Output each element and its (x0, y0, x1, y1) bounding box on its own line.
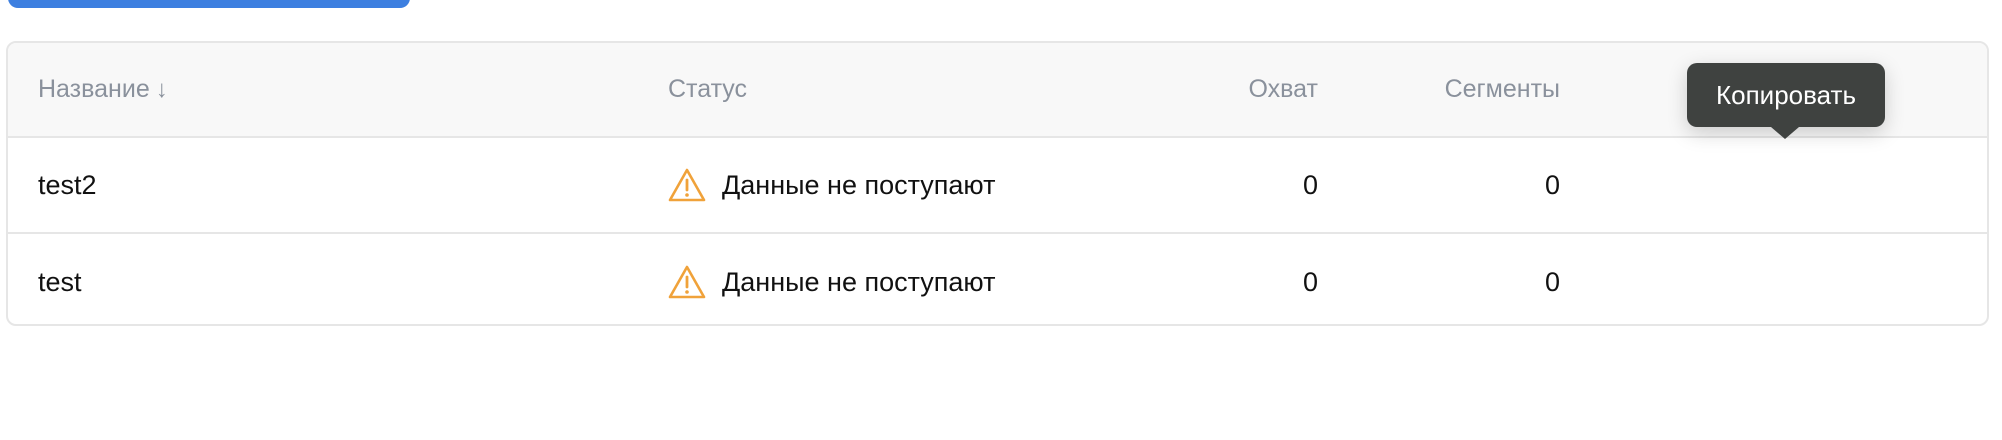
row-reach-cell: 0 (1302, 234, 1318, 324)
row-reach: 0 (1302, 266, 1318, 297)
column-header-reach-label: Охват (1248, 75, 1318, 103)
warning-icon (668, 265, 706, 299)
column-header-name-label: Название (38, 75, 150, 103)
arrow-down-icon: ↓ (155, 75, 168, 103)
row-name-cell: test2 (38, 138, 97, 232)
tooltip-arrow (1771, 127, 1799, 139)
table-row[interactable]: test Данные не поступают 0 0 (8, 234, 1987, 324)
row-reach-cell: 0 (1303, 138, 1318, 232)
primary-action-button[interactable] (8, 0, 410, 8)
row-status: Данные не поступают (722, 266, 996, 297)
copy-tooltip: Копировать (1687, 63, 1885, 127)
copy-tooltip-text: Копировать (1716, 79, 1856, 110)
warning-icon (668, 168, 706, 202)
column-header-segments-label: Сегменты (1444, 75, 1560, 103)
row-segments-cell: 0 (1545, 138, 1560, 232)
row-name: test2 (38, 169, 97, 200)
row-reach: 0 (1302, 169, 1318, 200)
column-header-status-label: Статус (668, 75, 748, 103)
row-status: Данные не поступают (722, 169, 996, 200)
row-name: test (38, 266, 82, 297)
table-row[interactable]: test2 Данные не поступают 0 0 (8, 138, 1987, 234)
row-status-cell: Данные не поступают (668, 138, 995, 232)
row-segments: 0 (1544, 266, 1560, 297)
column-header-name[interactable]: Название ↓ (38, 43, 168, 136)
row-status-cell: Данные не поступают (668, 234, 996, 324)
row-segments-cell: 0 (1544, 234, 1560, 324)
row-name-cell: test (38, 234, 82, 324)
column-header-reach: Охват (1249, 43, 1318, 136)
row-segments: 0 (1544, 169, 1560, 200)
column-header-status: Статус (668, 43, 747, 136)
column-header-segments: Сегменты (1445, 43, 1560, 136)
